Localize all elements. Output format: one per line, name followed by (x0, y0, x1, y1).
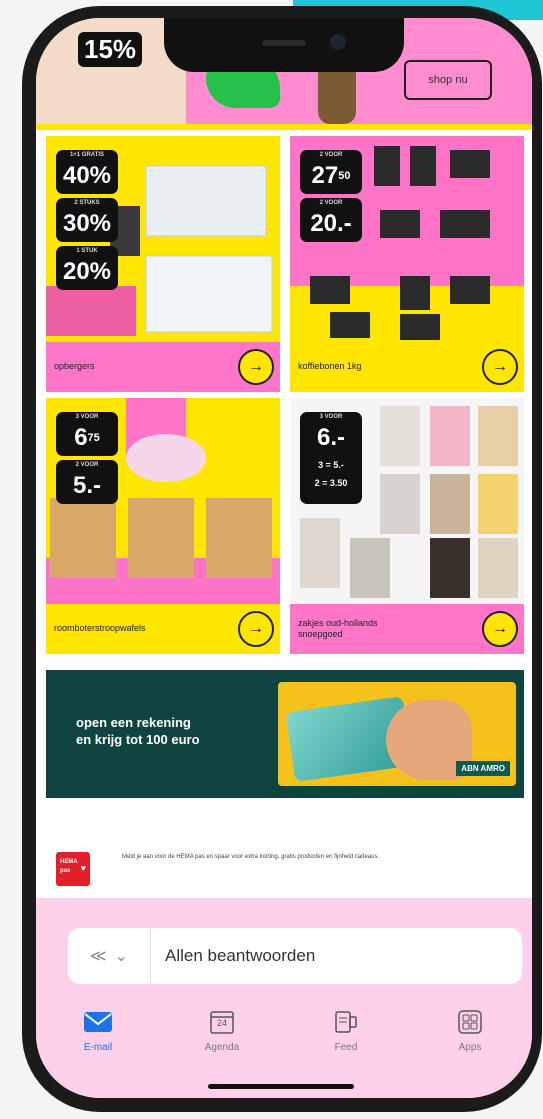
promo-discount: 15% (78, 32, 143, 67)
calendar-day: 24 (216, 1018, 227, 1028)
product-tile-stroopwafels[interactable]: 3 VOOR 675 2 VOOR 5.- roomboterstroopwaf… (46, 398, 280, 654)
product-bar[interactable]: roomboterstroopwafels → (46, 604, 280, 654)
shop-now-button[interactable]: shop nu (404, 60, 492, 100)
product-image: 2 VOOR 2750 2 VOOR 20.- (290, 136, 524, 342)
bottom-tab-bar: E-mail 24 Agenda Feed Apps (36, 1008, 532, 1078)
product-bar[interactable]: opbergers → (46, 342, 280, 392)
bank-logo: ABN AMRO (456, 761, 510, 776)
product-image: 3 VOOR 6.- 3 = 5.- 2 = 3.50 (290, 398, 524, 604)
home-indicator[interactable] (208, 1084, 354, 1089)
tab-feed[interactable]: Feed (284, 1008, 408, 1078)
product-image: 1+1 GRATIS 40% 2 STUKS 30% 1 STUK 20% (46, 136, 280, 342)
reply-all-label[interactable]: Allen beantwoorden (151, 946, 315, 966)
bank-ad-headline: open een rekening en krijg tot 100 euro (76, 715, 200, 747)
price-badge: 2 STUKS 30% (56, 198, 118, 242)
heart-icon: ♥ (80, 863, 86, 873)
arrow-right-icon[interactable]: → (482, 611, 518, 647)
price-badge: 2 VOOR 20.- (300, 198, 362, 242)
reply-options[interactable]: ≪ ⌄ (68, 928, 151, 984)
price-badge: 3 VOOR 675 (56, 412, 118, 456)
mail-icon (82, 1008, 114, 1036)
calendar-icon: 24 (206, 1008, 238, 1036)
price-badge: 2 VOOR 2750 (300, 150, 362, 194)
bank-ad-image: ABN AMRO (278, 682, 516, 786)
bank-ad-banner[interactable]: open een rekening en krijg tot 100 euro … (46, 670, 524, 798)
tab-apps[interactable]: Apps (408, 1008, 532, 1078)
notch (164, 18, 404, 72)
hema-logo: HEMA pas ♥ (56, 852, 90, 886)
tab-agenda[interactable]: 24 Agenda (160, 1008, 284, 1078)
price-badge: 2 VOOR 5.- (56, 460, 118, 504)
product-tile-storage[interactable]: 1+1 GRATIS 40% 2 STUKS 30% 1 STUK 20% op… (46, 136, 280, 392)
tab-email[interactable]: E-mail (36, 1008, 160, 1078)
front-camera (330, 34, 346, 50)
chevron-down-icon: ⌄ (114, 948, 129, 965)
arrow-right-icon[interactable]: → (238, 611, 274, 647)
speaker-grille (262, 40, 306, 46)
reply-all-icon: ≪ (89, 948, 107, 965)
arrow-right-icon[interactable]: → (238, 349, 274, 385)
hema-promo-text[interactable]: Meld je aan voor de HEMA pas en spaar vo… (122, 852, 382, 863)
phone-screen: 15% shop nu 1+1 GRATIS 40% 2 STUKS 30% 1 (36, 18, 532, 1098)
feed-icon (330, 1008, 362, 1036)
product-label: koffiebonen 1kg (298, 361, 362, 372)
price-badge: 3 VOOR 6.- 3 = 5.- 2 = 3.50 (300, 412, 362, 504)
product-bar[interactable]: zakjes oud-hollands snoepgoed → (290, 604, 524, 654)
product-label: roomboterstroopwafels (54, 623, 146, 634)
product-tile-coffee[interactable]: 2 VOOR 2750 2 VOOR 20.- koffiebonen 1kg … (290, 136, 524, 392)
product-tile-candy[interactable]: 3 VOOR 6.- 3 = 5.- 2 = 3.50 zakjes oud-h… (290, 398, 524, 654)
product-image: 3 VOOR 675 2 VOOR 5.- (46, 398, 280, 604)
reply-all-bar[interactable]: ≪ ⌄ Allen beantwoorden (68, 928, 522, 984)
mail-bottom-area: ≪ ⌄ Allen beantwoorden E-mail 24 Agenda (36, 898, 532, 1098)
product-bar[interactable]: koffiebonen 1kg → (290, 342, 524, 392)
arrow-right-icon[interactable]: → (482, 349, 518, 385)
product-label: zakjes oud-hollands snoepgoed (298, 617, 378, 639)
price-badge: 1 STUK 20% (56, 246, 118, 290)
price-badge: 1+1 GRATIS 40% (56, 150, 118, 194)
apps-icon (454, 1008, 486, 1036)
banner-divider (36, 124, 532, 130)
product-label: opbergers (54, 361, 95, 372)
